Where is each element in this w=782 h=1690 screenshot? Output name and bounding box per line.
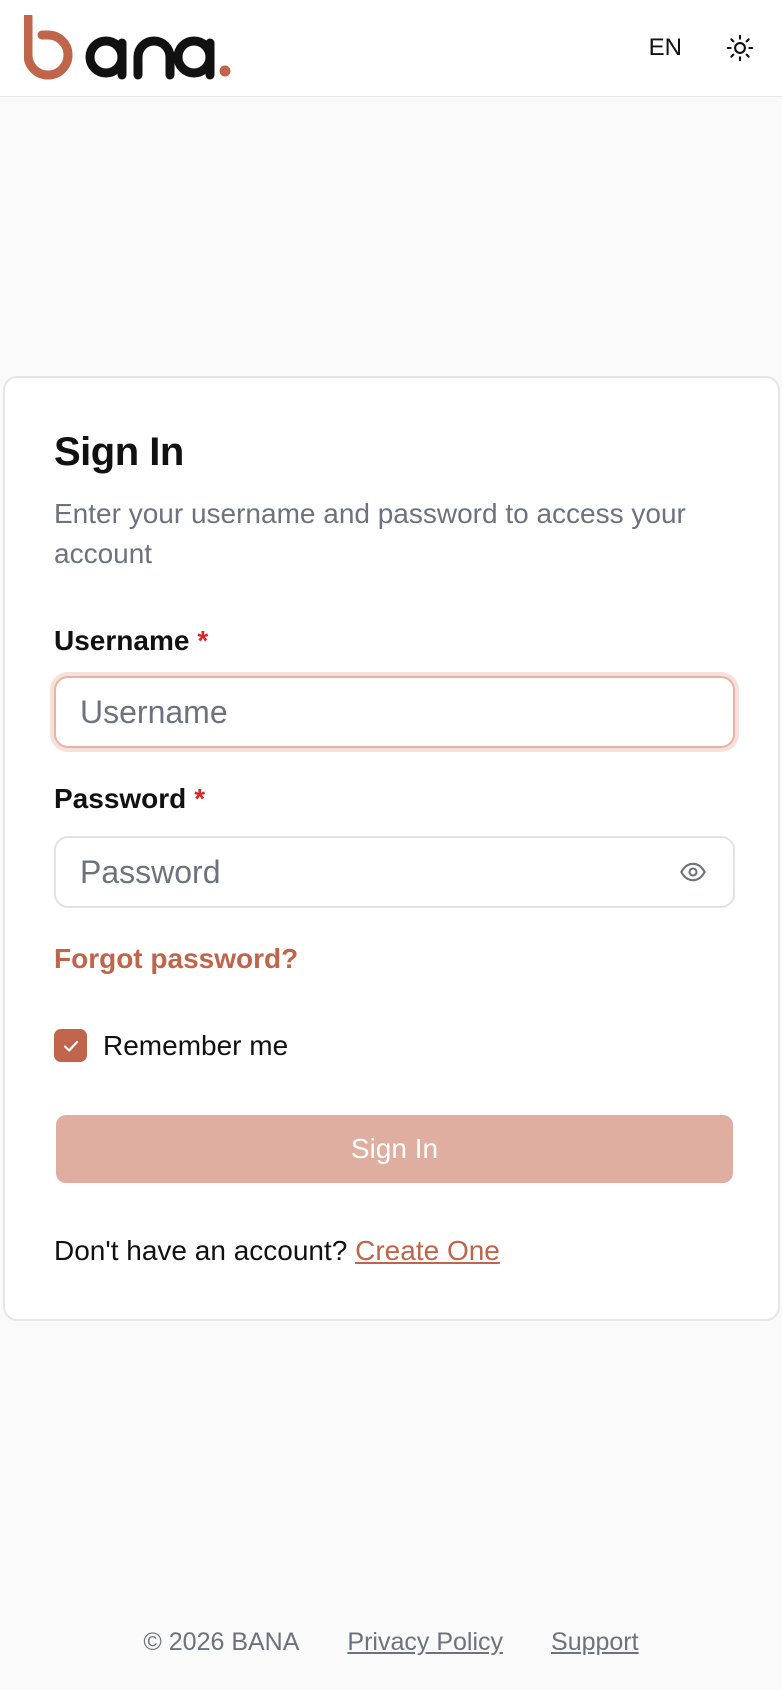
privacy-policy-link[interactable]: Privacy Policy — [347, 1628, 503, 1657]
remember-me-label: Remember me — [103, 1029, 289, 1061]
theme-toggle-button[interactable] — [724, 32, 756, 64]
password-field-wrapper — [54, 836, 735, 908]
forgot-password-link[interactable]: Forgot password? — [54, 943, 298, 975]
signin-button[interactable]: Sign In — [56, 1115, 733, 1183]
required-marker: * — [194, 783, 206, 814]
copyright-text: © 2026 BANA — [143, 1628, 300, 1656]
remember-me-row: Remember me — [54, 1029, 288, 1062]
page-title: Sign In — [54, 430, 184, 474]
support-link[interactable]: Support — [551, 1628, 639, 1657]
page-footer: © 2026 BANA Privacy Policy Support — [0, 1628, 782, 1657]
create-account-prompt: Don't have an account? Create One — [54, 1235, 500, 1267]
username-field-wrapper — [54, 676, 735, 748]
username-label: Username * — [54, 625, 208, 657]
language-switcher[interactable]: EN — [649, 34, 682, 62]
username-label-text: Username — [54, 625, 190, 656]
remember-me-checkbox[interactable] — [54, 1029, 87, 1062]
signin-description: Enter your username and password to acce… — [54, 498, 686, 569]
required-marker: * — [197, 625, 209, 656]
eye-icon — [680, 862, 706, 882]
password-input[interactable] — [80, 853, 677, 891]
username-input[interactable] — [80, 693, 709, 731]
password-label-text: Password — [54, 783, 187, 814]
header-actions: EN — [649, 32, 756, 64]
top-header: EN — [0, 0, 782, 97]
bana-logo-mark — [24, 15, 231, 80]
password-label: Password * — [54, 783, 205, 815]
signin-page: EN Sign In Enter your username and passw… — [0, 0, 782, 1690]
toggle-password-visibility-button[interactable] — [677, 856, 709, 888]
bana-logo[interactable] — [24, 8, 234, 88]
no-account-text: Don't have an account? — [54, 1235, 348, 1266]
signin-card: Sign In Enter your username and password… — [3, 376, 780, 1321]
create-account-link[interactable]: Create One — [355, 1235, 500, 1266]
sun-icon — [726, 34, 754, 62]
check-icon — [63, 1040, 78, 1052]
